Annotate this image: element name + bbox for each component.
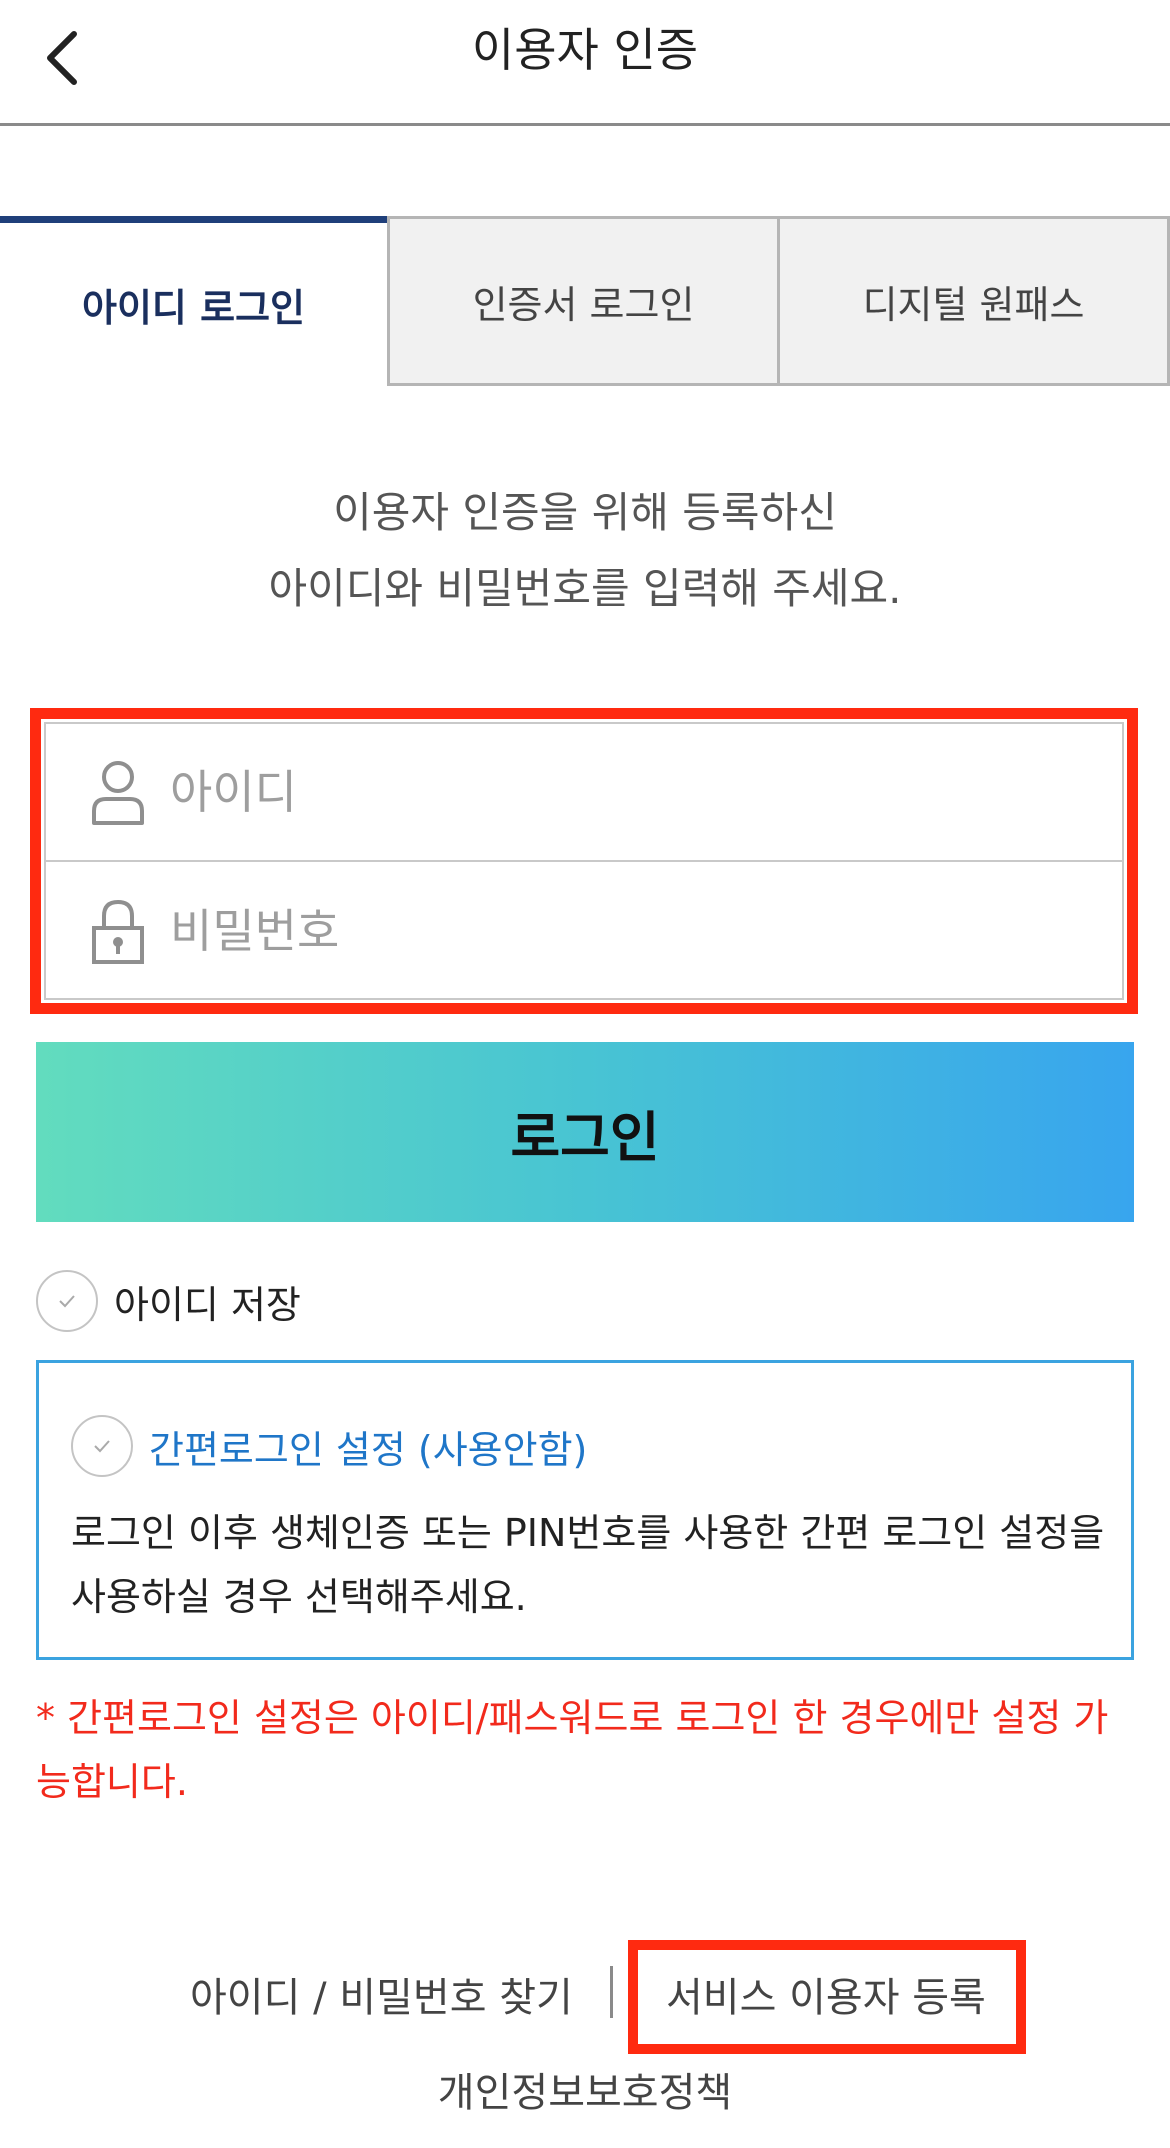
privacy-policy-link[interactable]: 개인정보보호정책 [0,2060,1170,2118]
check-circle[interactable] [36,1270,98,1332]
find-id-password-link[interactable]: 아이디 / 비밀번호 찾기 [190,1965,573,2023]
save-id-checkbox[interactable]: 아이디 저장 [36,1270,301,1332]
simple-login-notice: * 간편로그인 설정은 아이디/패스워드로 로그인 한 경우에만 설정 가능합니… [36,1696,1109,1804]
tab-certificate-login[interactable]: 인증서 로그인 [387,216,777,386]
simple-login-checkbox[interactable]: 간편로그인 설정 (사용안함) [71,1415,587,1477]
simple-login-description: 로그인 이후 생체인증 또는 PIN번호를 사용한 간편 로그인 설정을 사용하… [71,1511,1105,1619]
id-input[interactable] [170,765,1070,819]
checkmark-icon [59,1295,75,1308]
instruction-line-1: 이용자 인증을 위해 등록하신 [333,488,837,537]
simple-login-label: 간편로그인 설정 (사용안함) [149,1427,588,1472]
instruction-line-2: 아이디와 비밀번호를 입력해 주세요. [268,564,902,613]
password-field-row [46,862,1122,1000]
tab-id-login[interactable]: 아이디 로그인 [0,216,387,386]
header: 이용자 인증 [0,0,1170,126]
tab-digital-onepass[interactable]: 디지털 원패스 [777,216,1170,386]
check-circle[interactable] [71,1415,133,1477]
service-register-link[interactable]: 서비스 이용자 등록 [666,1965,986,2023]
save-id-label: 아이디 저장 [114,1282,301,1327]
page-title: 이용자 인증 [471,23,699,77]
login-button[interactable]: 로그인 [36,1042,1134,1222]
user-icon [92,761,144,825]
simple-login-box: 간편로그인 설정 (사용안함) 로그인 이후 생체인증 또는 PIN번호를 사용… [36,1360,1134,1660]
instruction-text: 이용자 인증을 위해 등록하신 아이디와 비밀번호를 입력해 주세요. [0,475,1170,627]
lock-icon [92,899,144,964]
credentials-box [44,722,1124,1000]
auth-page: 이용자 인증 아이디 로그인 인증서 로그인 디지털 원패스 이용자 인증을 위… [0,0,1170,2148]
checkmark-icon [94,1440,110,1453]
id-field-row [46,724,1122,862]
password-input[interactable] [170,904,1070,958]
footer-divider [610,1966,613,2018]
login-tabs: 아이디 로그인 인증서 로그인 디지털 원패스 [0,216,1170,386]
